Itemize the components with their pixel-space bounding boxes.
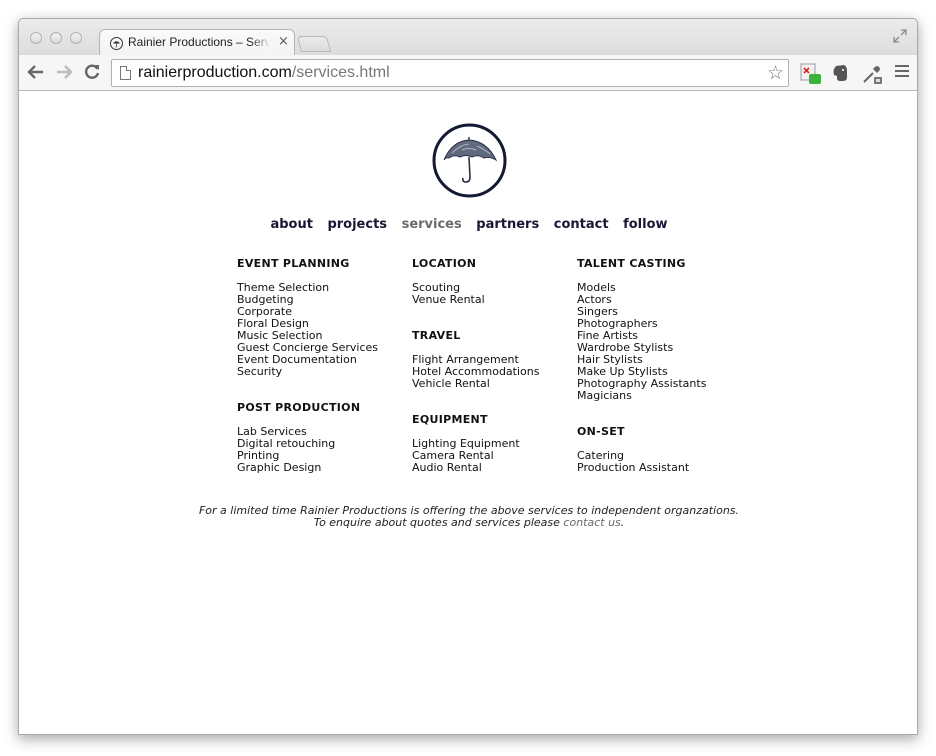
umbrella-logo-icon[interactable] [432,123,507,198]
section-heading: LOCATION [412,257,477,270]
list-item: Graphic Design [237,461,322,474]
url-domain: rainierproduction.com [138,64,292,81]
service-list: Models Actors Singers Photographers Fine… [577,282,706,402]
list-item: Venue Rental [412,293,485,306]
footer-line-2-text: To enquire about quotes and services ple… [313,516,560,529]
section-location: LOCATION Scouting Venue Rental [412,258,539,306]
footer-note: For a limited time Rainier Productions i… [19,505,917,529]
reload-icon[interactable] [81,61,103,83]
nav-link-partners[interactable]: partners [476,217,539,232]
nav-link-services[interactable]: services [402,217,462,232]
footer-line-2-suffix: . [620,516,625,529]
list-item: Security [237,365,283,378]
service-list: Catering Production Assistant [577,450,706,474]
nav-link-follow[interactable]: follow [623,217,667,232]
url-path: /services.html [291,64,390,81]
menu-hamburger-icon[interactable] [895,65,909,80]
nav-link-projects[interactable]: projects [327,217,387,232]
umbrella-favicon-icon [110,37,123,50]
forward-arrow-icon[interactable] [53,61,75,83]
section-heading: TRAVEL [412,329,461,342]
list-item: Production Assistant [577,461,690,474]
section-heading: ON-SET [577,425,625,438]
browser-window: Rainier Productions – Services × rainier… [18,18,918,735]
service-list: Flight Arrangement Hotel Accommodations … [412,354,539,390]
nav-link-about[interactable]: about [270,217,312,232]
section-post-production: POST PRODUCTION Lab Services Digital ret… [237,402,378,474]
services-column-2: LOCATION Scouting Venue Rental TRAVEL Fl… [412,258,539,498]
service-list: Lighting Equipment Camera Rental Audio R… [412,438,539,474]
url-text[interactable]: rainierproduction.com/services.html [138,64,390,82]
services-column-3: TALENT CASTING Models Actors Singers Pho… [577,258,706,498]
page-content: about projects services partners contact… [19,92,917,734]
address-bar[interactable]: rainierproduction.com/services.html ☆ [111,59,789,87]
service-list: Lab Services Digital retouching Printing… [237,426,378,474]
bookmark-star-icon[interactable]: ☆ [767,62,784,84]
close-window-button[interactable] [30,32,42,44]
section-on-set: ON-SET Catering Production Assistant [577,426,706,474]
section-travel: TRAVEL Flight Arrangement Hotel Accommod… [412,330,539,390]
tab-title-fade [250,32,272,54]
section-equipment: EQUIPMENT Lighting Equipment Camera Rent… [412,414,539,474]
footer-line-2: To enquire about quotes and services ple… [19,516,917,529]
tab-title: Rainier Productions – Services [128,35,268,49]
evernote-elephant-icon[interactable] [831,63,851,83]
nav-link-contact[interactable]: contact [554,217,609,232]
back-arrow-icon[interactable] [25,61,47,83]
contact-us-link[interactable]: contact us [563,516,620,529]
tab-close-icon[interactable]: × [278,34,289,49]
zoom-window-button[interactable] [70,32,82,44]
page-icon [120,66,131,80]
section-heading: TALENT CASTING [577,257,686,270]
extension-pdf-icon[interactable] [800,63,821,84]
section-event-planning: EVENT PLANNING Theme Selection Budgeting… [237,258,378,378]
section-heading: POST PRODUCTION [237,401,361,414]
section-heading: EQUIPMENT [412,413,488,426]
service-list: Theme Selection Budgeting Corporate Flor… [237,282,378,378]
minimize-window-button[interactable] [50,32,62,44]
site-navigation: about projects services partners contact… [19,217,917,232]
browser-tab[interactable]: Rainier Productions – Services × [99,29,295,56]
list-item: Vehicle Rental [412,377,490,390]
browser-toolbar: rainierproduction.com/services.html ☆ [19,55,917,91]
eyedropper-icon[interactable] [861,63,882,84]
list-item: Audio Rental [412,461,482,474]
title-bar: Rainier Productions – Services × [19,19,917,56]
services-column-1: EVENT PLANNING Theme Selection Budgeting… [237,258,378,498]
fullscreen-icon[interactable] [893,29,907,43]
new-tab-button[interactable] [296,36,332,52]
list-item: Magicians [577,389,632,402]
section-heading: EVENT PLANNING [237,257,350,270]
service-list: Scouting Venue Rental [412,282,539,306]
section-talent-casting: TALENT CASTING Models Actors Singers Pho… [577,258,706,402]
